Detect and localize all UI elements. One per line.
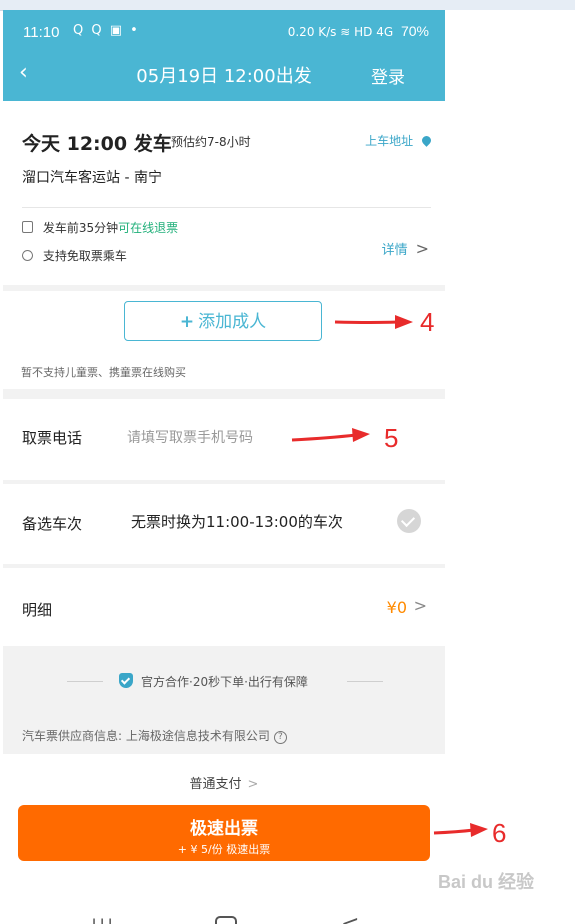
home-icon[interactable] [215, 916, 237, 924]
document-icon [22, 221, 33, 233]
trip-info-card: 今天 12:00 发车 预估约7-8小时 上车地址 溜口汽车客运站 - 南宁 发… [3, 101, 445, 285]
alternate-trip-row: 备选车次 无票时换为11:00-13:00的车次 [3, 484, 445, 564]
fee-detail-label: 明细 [22, 601, 53, 619]
no-ticket-text: 支持免取票乘车 [42, 249, 127, 263]
watermark-logo: Bai du 经验 [438, 872, 535, 892]
divider [22, 207, 431, 208]
annotation-number-4: 4 [420, 307, 435, 337]
trip-route: 溜口汽车客运站 - 南宁 [22, 170, 162, 186]
no-ticket-pickup: 支持免取票乘车 [22, 247, 127, 264]
system-navigation-bar: ||| < [3, 898, 445, 924]
chevron-right-icon: > [247, 777, 259, 792]
status-time: 11:10 [23, 24, 60, 41]
location-pin-icon [420, 134, 433, 147]
refund-policy: 发车前35分钟可在线退票 [22, 219, 178, 236]
refund-prefix: 发车前35分钟 [42, 221, 119, 235]
pickup-phone-row: 取票电话 [3, 399, 445, 480]
add-adult-button[interactable]: + 添加成人 [124, 301, 322, 341]
assurance-text: 官方合作·20秒下单·出行有保障 [141, 675, 308, 689]
shield-icon [119, 673, 133, 688]
trip-duration: 预估约7-8小时 [171, 135, 251, 149]
alternate-trip-label: 备选车次 [22, 515, 83, 533]
fee-amount: ¥0 [386, 598, 407, 617]
pickup-address-link[interactable]: 上车地址 [365, 132, 433, 149]
departure-time: 今天 12:00 发车 [22, 133, 172, 155]
divider-left [67, 681, 103, 682]
detail-link[interactable]: 详情 > [382, 239, 429, 258]
annotation-number-5: 5 [384, 423, 399, 453]
passenger-card: + 添加成人 暂不支持儿童票、携童票在线购买 [3, 291, 445, 389]
annotation-arrow-5 [291, 428, 370, 442]
normal-payment-link[interactable]: 普通支付 > [3, 773, 445, 792]
fast-ticket-title: 极速出票 [190, 819, 258, 839]
pickup-phone-label: 取票电话 [22, 429, 83, 447]
battery-level: 70% [400, 23, 429, 39]
phone-screen: 11:10 Q Q ▣ • 0.20 K/s ≋ HD 4G 70% ‹ 05月… [3, 10, 445, 924]
assurance-banner: 官方合作·20秒下单·出行有保障 [3, 670, 445, 694]
pickup-address-label: 上车地址 [365, 134, 414, 148]
alternate-trip-value: 无票时换为11:00-13:00的车次 [131, 513, 343, 531]
recent-apps-icon[interactable]: ||| [91, 916, 115, 924]
supplier-info: 汽车票供应商信息: 上海极途信息技术有限公司? [22, 727, 287, 744]
chevron-right-icon: > [415, 239, 429, 258]
chevron-right-icon: > [413, 596, 427, 615]
divider-right [347, 681, 383, 682]
supplier-text: 汽车票供应商信息: 上海极途信息技术有限公司 [22, 729, 270, 743]
normal-payment-label: 普通支付 [189, 777, 242, 792]
annotation-arrow-6 [433, 823, 488, 837]
plus-icon: + [179, 312, 195, 332]
child-ticket-note: 暂不支持儿童票、携童票在线购买 [21, 366, 186, 379]
annotation-arrow-4 [334, 315, 413, 329]
status-bar: 11:10 Q Q ▣ • 0.20 K/s ≋ HD 4G 70% [3, 20, 445, 46]
login-button[interactable]: 登录 [371, 63, 405, 88]
blank-side-area [445, 10, 575, 924]
detail-label: 详情 [381, 243, 408, 258]
fast-ticket-fee: + ¥ 5/份 极速出票 [177, 843, 271, 856]
header: 11:10 Q Q ▣ • 0.20 K/s ≋ HD 4G 70% ‹ 05月… [3, 10, 445, 101]
system-back-icon[interactable]: < [341, 912, 359, 924]
fast-ticket-button[interactable]: 极速出票 + ¥ 5/份 极速出票 [18, 805, 430, 861]
refund-highlight: 可在线退票 [118, 221, 179, 235]
network-icons: 0.20 K/s ≋ HD 4G [287, 25, 394, 39]
system-status-icons: 0.20 K/s ≋ HD 4G 70% [288, 23, 429, 39]
add-adult-label: 添加成人 [198, 312, 267, 332]
payment-card: 普通支付 > 极速出票 + ¥ 5/份 极速出票 [3, 754, 445, 898]
ticket-free-icon [22, 250, 33, 261]
annotation-number-6: 6 [492, 818, 507, 848]
notification-icons: Q Q ▣ • [73, 23, 140, 38]
fee-detail-row[interactable]: 明细 ¥0 > [3, 568, 445, 646]
help-icon[interactable]: ? [273, 731, 287, 744]
alternate-trip-checkbox[interactable] [397, 509, 421, 533]
